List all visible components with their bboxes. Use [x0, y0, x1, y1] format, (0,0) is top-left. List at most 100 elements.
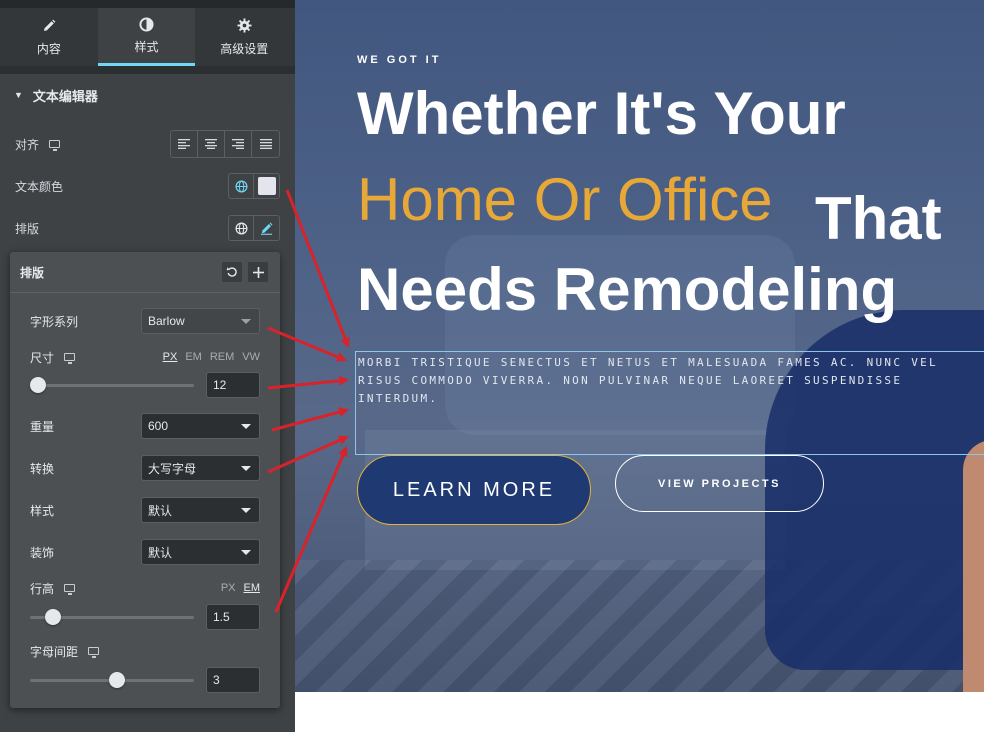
size-label: 尺寸: [30, 350, 55, 365]
tab-advanced-label: 高级设置: [220, 41, 269, 56]
pencil-icon: [260, 222, 273, 235]
popover-divider: [10, 292, 280, 293]
transform-select[interactable]: 大写字母: [141, 455, 260, 481]
size-input[interactable]: 12: [206, 372, 260, 398]
learn-more-button[interactable]: LEARN MORE: [357, 455, 591, 525]
letter-spacing-input[interactable]: 3: [206, 667, 260, 693]
unit-rem[interactable]: REM: [210, 351, 234, 363]
hero-eyebrow: WE GOT IT: [357, 54, 442, 66]
background-person: [963, 440, 984, 692]
popover-title: 排版: [20, 265, 45, 280]
letter-spacing-slider[interactable]: [30, 671, 194, 688]
line-height-input[interactable]: 1.5: [206, 604, 260, 630]
hero-body-text[interactable]: MORBI TRISTIQUE SENECTUS ET NETUS ET MAL…: [355, 351, 984, 455]
align-right-button[interactable]: [225, 131, 252, 157]
align-control: 对齐: [15, 130, 280, 158]
line-height-row: 行高 PX EM: [30, 575, 260, 601]
unit-px[interactable]: PX: [221, 582, 236, 594]
style-row: 样式 默认: [30, 497, 260, 523]
tab-style-label: 样式: [134, 40, 159, 54]
global-color-button[interactable]: [228, 173, 254, 199]
size-units: PX EM REM VW: [163, 351, 260, 363]
decoration-select[interactable]: 默认: [141, 539, 260, 565]
pencil-icon: [41, 18, 57, 34]
tab-content-label: 内容: [36, 41, 61, 56]
weight-row: 重量 600: [30, 413, 260, 439]
panel-topbar: [0, 0, 295, 8]
color-picker-button[interactable]: [254, 173, 280, 199]
align-right-icon: [232, 139, 244, 149]
text-color-control: 文本颜色: [15, 172, 280, 200]
edit-typography-button[interactable]: [254, 215, 280, 241]
size-slider-row: 12: [30, 372, 260, 398]
section-title: 文本编辑器: [32, 88, 98, 104]
align-label: 对齐: [15, 137, 40, 152]
text-color-label: 文本颜色: [15, 179, 64, 194]
unit-px[interactable]: PX: [163, 351, 178, 363]
caret-down-icon: ▼: [14, 90, 23, 100]
tab-style[interactable]: 样式: [97, 8, 196, 66]
letter-spacing-label: 字母间距: [30, 644, 79, 659]
size-slider-handle[interactable]: [30, 376, 46, 393]
editor-panel: 内容 样式 高级设置 ▼ 文本编辑器 对齐 文本颜色 排版 排版 字形系列 Ba…: [0, 0, 295, 732]
line-height-units: PX EM: [221, 582, 260, 594]
reset-icon: [226, 267, 237, 277]
gear-icon: [236, 18, 252, 34]
typography-popover: 排版 字形系列 Barlow 尺寸 PX EM REM VW 12 重量 600…: [10, 252, 280, 708]
color-swatch: [257, 177, 276, 195]
letter-spacing-slider-row: 3: [30, 667, 260, 693]
align-button-group: [170, 130, 280, 158]
align-center-icon: [205, 139, 217, 149]
section-header-text-editor[interactable]: ▼ 文本编辑器: [0, 74, 295, 116]
typography-label: 排版: [15, 221, 40, 236]
global-typography-button[interactable]: [228, 215, 254, 241]
hero-heading-that: That: [815, 185, 942, 252]
transform-label: 转换: [30, 461, 55, 476]
panel-tabs: 内容 样式 高级设置: [0, 8, 295, 66]
size-row: 尺寸 PX EM REM VW: [30, 344, 260, 370]
font-family-select[interactable]: Barlow: [141, 308, 260, 334]
weight-label: 重量: [30, 419, 55, 434]
desktop-icon[interactable]: [64, 584, 76, 595]
view-projects-button[interactable]: VIEW PROJECTS: [615, 455, 824, 512]
desktop-icon[interactable]: [49, 140, 61, 151]
typography-control: 排版: [15, 214, 280, 242]
panel-divider: [0, 66, 295, 74]
align-justify-button[interactable]: [252, 131, 279, 157]
plus-icon: [252, 266, 264, 278]
desktop-icon[interactable]: [64, 353, 76, 364]
hero-heading-line-1: Whether It's Your: [357, 80, 846, 147]
line-height-slider-handle[interactable]: [45, 608, 61, 625]
line-height-label: 行高: [30, 581, 55, 596]
line-height-slider-row: 1.5: [30, 604, 260, 630]
unit-em[interactable]: EM: [185, 351, 202, 363]
weight-select[interactable]: 600: [141, 413, 260, 439]
style-label: 样式: [30, 503, 55, 518]
reset-button[interactable]: [222, 262, 242, 282]
style-select[interactable]: 默认: [141, 497, 260, 523]
font-family-row: 字形系列 Barlow: [30, 308, 260, 334]
tab-advanced[interactable]: 高级设置: [195, 8, 293, 66]
add-button[interactable]: [248, 262, 268, 282]
align-left-button[interactable]: [171, 131, 198, 157]
hero-heading-line-3: Needs Remodeling: [357, 256, 898, 323]
tab-content[interactable]: 内容: [0, 8, 98, 66]
desktop-icon[interactable]: [88, 647, 100, 658]
decoration-label: 装饰: [30, 545, 55, 560]
align-center-button[interactable]: [198, 131, 225, 157]
letter-spacing-slider-handle[interactable]: [109, 671, 125, 688]
globe-icon: [235, 180, 247, 192]
unit-vw[interactable]: VW: [242, 351, 260, 363]
align-justify-icon: [259, 139, 272, 149]
unit-em[interactable]: EM: [244, 582, 261, 594]
align-left-icon: [178, 139, 190, 149]
size-slider[interactable]: [30, 376, 194, 393]
hero-section: WE GOT IT Whether It's Your Home Or Offi…: [295, 0, 984, 692]
half-circle-icon: [139, 16, 155, 32]
hero-heading-line-2: Home Or Office: [357, 166, 773, 233]
decoration-row: 装饰 默认: [30, 539, 260, 565]
globe-icon: [235, 222, 247, 234]
transform-row: 转换 大写字母: [30, 455, 260, 481]
line-height-slider[interactable]: [30, 608, 194, 625]
font-family-label: 字形系列: [30, 314, 79, 329]
